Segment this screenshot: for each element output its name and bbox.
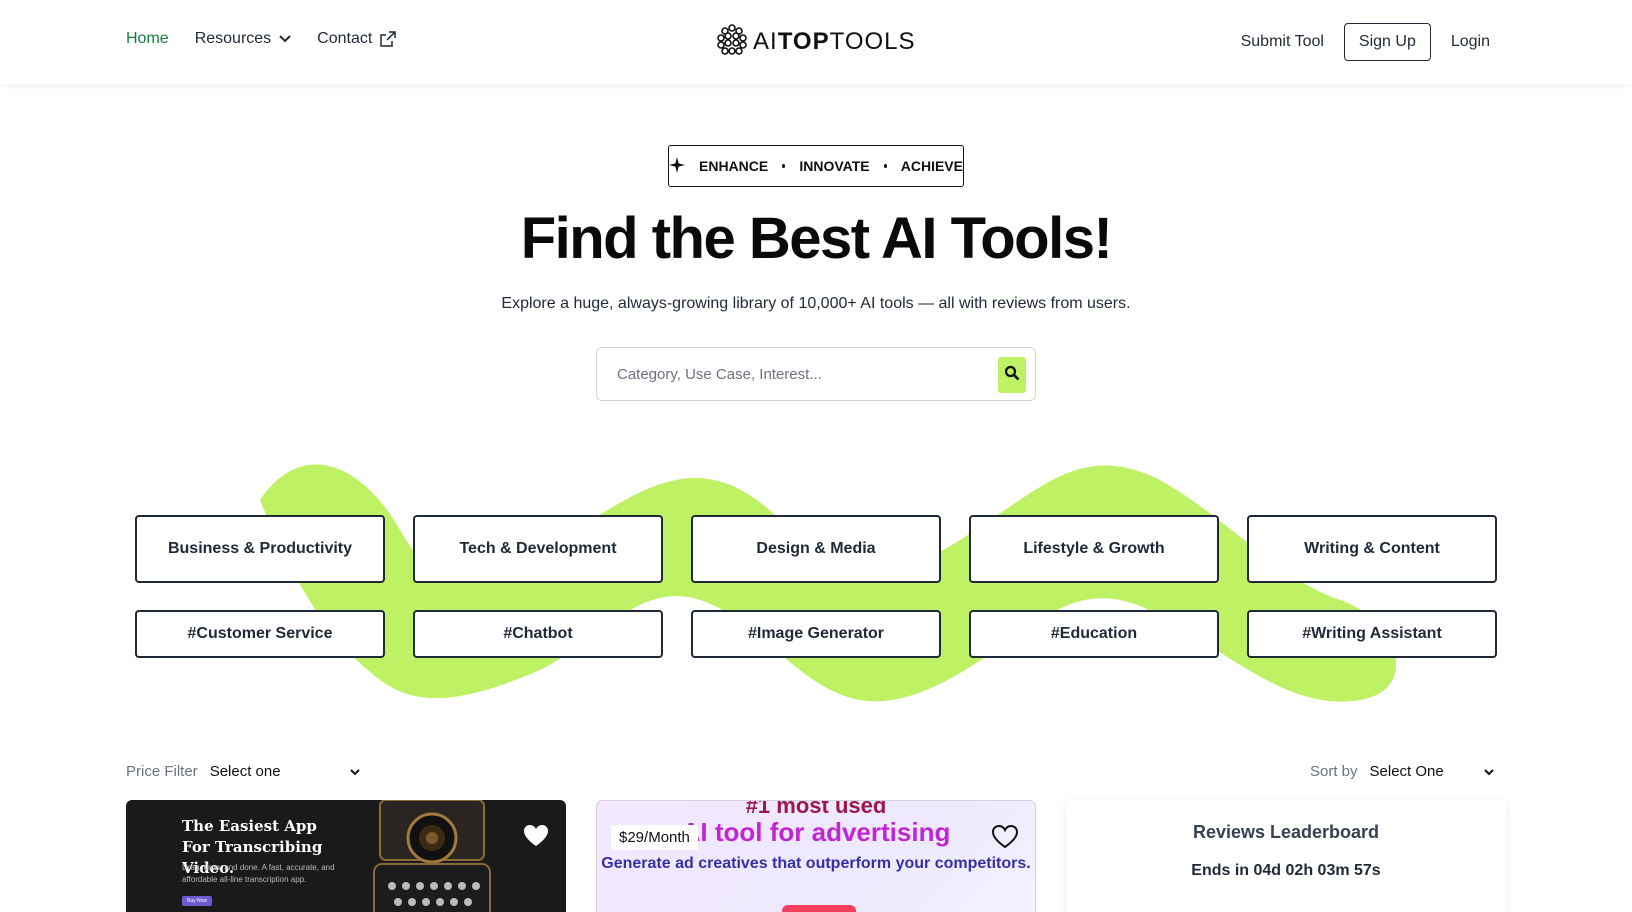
site-logo[interactable]: AITOPTOOLS xyxy=(715,22,916,62)
chevron-down-icon xyxy=(279,35,291,43)
category-writing-content[interactable]: Writing & Content xyxy=(1247,515,1497,583)
category-lifestyle-growth[interactable]: Lifestyle & Growth xyxy=(969,515,1219,583)
price-badge: $29/Month xyxy=(611,825,698,850)
category-business-productivity[interactable]: Business & Productivity xyxy=(135,515,385,583)
category-design-media[interactable]: Design & Media xyxy=(691,515,941,583)
leaderboard-countdown: Ends in 04d 02h 03m 57s xyxy=(1191,862,1381,879)
price-filter-select[interactable]: Select one xyxy=(210,763,360,780)
tool-card[interactable]: #1 most used AI tool for advertising Gen… xyxy=(596,800,1036,912)
nav-resources-label: Resources xyxy=(194,30,272,47)
logo-wordmark: AITOPTOOLS xyxy=(753,28,916,56)
ad-cta-button xyxy=(782,905,856,912)
tag-customer-service[interactable]: #Customer Service xyxy=(135,610,385,658)
sort-value: Select One xyxy=(1369,763,1444,780)
nav-contact-label: Contact xyxy=(317,30,373,47)
tool-card[interactable]: The Easiest App For Transcribing Video. … xyxy=(126,800,566,912)
tagline-innovate: INNOVATE xyxy=(799,158,870,174)
sort-select[interactable]: Select One xyxy=(1370,763,1494,780)
card-cta-button: Buy Now xyxy=(182,896,212,906)
tagline-enhance: ENHANCE xyxy=(699,158,769,174)
site-header: Home Resources Contact AITOPTOOLS Submit… xyxy=(0,0,1632,84)
logo-text-tools: TOOLS xyxy=(829,28,916,55)
nav-home-label: Home xyxy=(126,30,169,47)
nav-contact-link[interactable]: Contact xyxy=(317,30,397,48)
tag-chatbot[interactable]: #Chatbot xyxy=(413,610,663,658)
card-body-text: Drag, drop, and done. A fast, accurate, … xyxy=(182,863,335,884)
separator-dot xyxy=(782,164,786,168)
login-link[interactable]: Login xyxy=(1451,33,1490,51)
submit-tool-link[interactable]: Submit Tool xyxy=(1241,33,1324,51)
search-icon xyxy=(1004,365,1020,386)
tagline-pill: ENHANCE INNOVATE ACHIEVE xyxy=(668,145,964,187)
search-input[interactable] xyxy=(597,365,977,383)
hero-subtitle: Explore a huge, always-growing library o… xyxy=(501,295,1131,312)
tag-image-generator[interactable]: #Image Generator xyxy=(691,610,941,658)
typewriter-camera-image xyxy=(373,800,491,912)
price-filter: Price Filter Select one xyxy=(126,763,360,780)
hero-title: Find the Best AI Tools! xyxy=(520,206,1113,271)
brain-logo-icon xyxy=(715,23,749,62)
nav-home-link[interactable]: Home xyxy=(126,30,169,48)
chevron-down-icon xyxy=(1483,763,1494,780)
sign-up-button[interactable]: Sign Up xyxy=(1343,23,1431,61)
sort-label: Sort by xyxy=(1310,763,1358,780)
separator-dot xyxy=(883,164,887,168)
logo-text-ai: AI xyxy=(753,28,778,55)
logo-text-top: TOP xyxy=(777,28,830,55)
price-filter-label: Price Filter xyxy=(126,763,198,780)
tag-writing-assistant[interactable]: #Writing Assistant xyxy=(1247,610,1497,658)
external-link-icon xyxy=(380,31,397,47)
ad-sub-text: Generate ad creatives that outperform yo… xyxy=(601,855,1031,872)
search-button[interactable] xyxy=(998,357,1026,393)
tagline-achieve: ACHIEVE xyxy=(900,158,963,174)
leaderboard-card[interactable]: Reviews Leaderboard Ends in 04d 02h 03m … xyxy=(1066,800,1506,912)
search-bar xyxy=(596,347,1036,401)
primary-nav: Home Resources Contact xyxy=(126,30,397,48)
account-nav: Submit Tool Sign Up Login xyxy=(1241,23,1490,61)
chevron-down-icon xyxy=(349,763,360,780)
leaderboard-title: Reviews Leaderboard xyxy=(1192,822,1380,842)
favorite-heart-icon[interactable] xyxy=(522,822,550,850)
tag-education[interactable]: #Education xyxy=(969,610,1219,658)
sort-filter: Sort by Select One xyxy=(1310,763,1494,780)
favorite-heart-icon[interactable] xyxy=(991,823,1019,851)
category-tech-development[interactable]: Tech & Development xyxy=(413,515,663,583)
nav-resources-dropdown[interactable]: Resources xyxy=(195,30,291,48)
sparkle-icon xyxy=(669,156,685,176)
price-filter-value: Select one xyxy=(209,763,281,780)
